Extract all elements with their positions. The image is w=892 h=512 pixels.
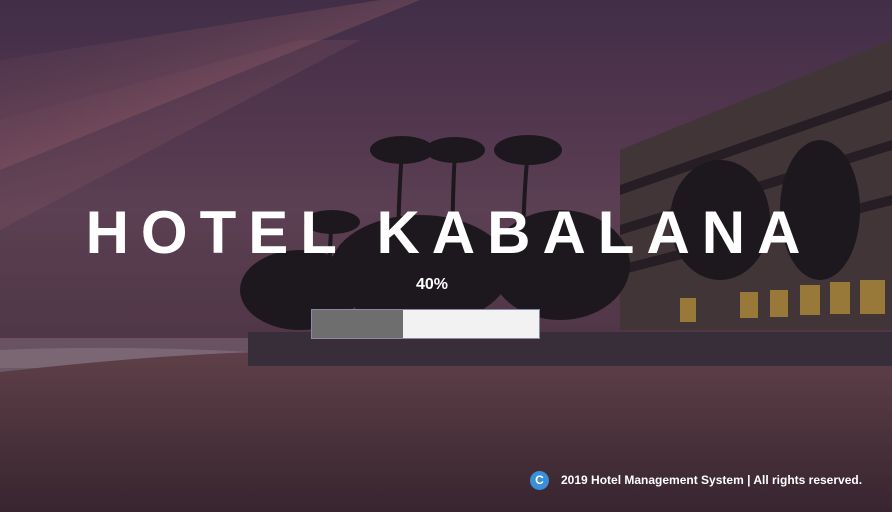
splash-screen: HOTEL KABALANA 40% C 2019 Hotel Manageme… (0, 0, 892, 512)
progress-fill (312, 310, 403, 338)
copyright-icon: C (530, 470, 549, 490)
app-title: HOTEL KABALANA (85, 199, 813, 266)
copyright-text: 2019 Hotel Management System | All right… (561, 473, 863, 487)
footer: C 2019 Hotel Management System | All rig… (530, 470, 862, 490)
progress-percent-label: 40% (415, 276, 449, 293)
loading-progress-bar (311, 309, 540, 339)
